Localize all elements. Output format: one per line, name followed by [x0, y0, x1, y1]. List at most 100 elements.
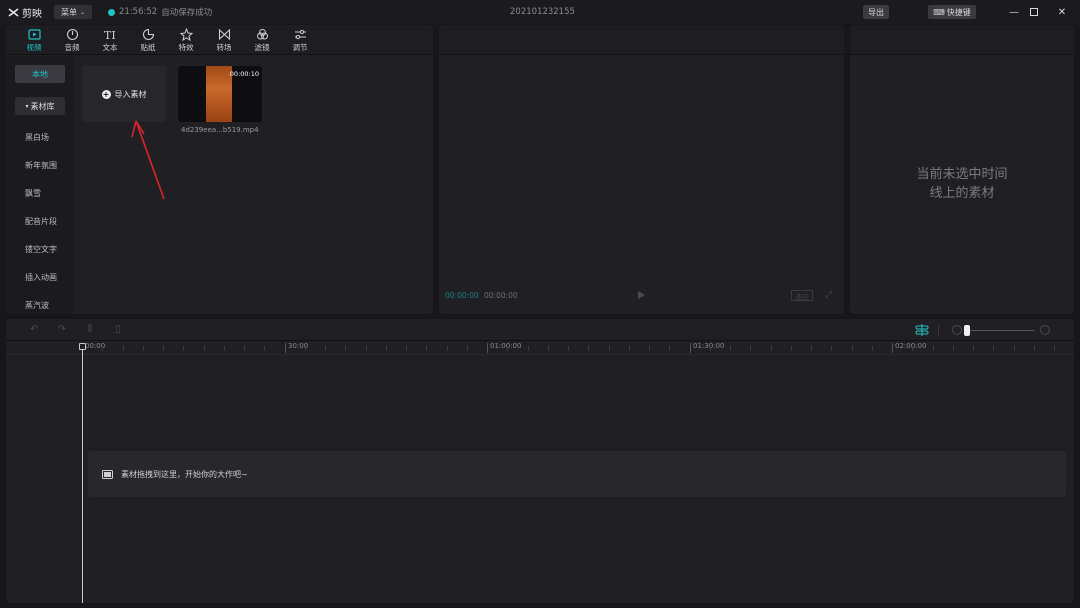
sidebar-item-snow[interactable]: 飘雪 [25, 188, 41, 199]
timeline-ruler[interactable]: 00:00 30:00 01:00:00 01:30:00 02:00:00 [6, 341, 1074, 355]
ruler-tick [1033, 346, 1035, 351]
autosave-status: 21:56:52 自动保存成功 [108, 6, 212, 18]
video-icon [27, 28, 41, 40]
red-arrow-annotation-icon [131, 120, 165, 200]
filter-icon [256, 28, 268, 39]
save-status-dot-icon [108, 8, 115, 16]
import-label: 导入素材 [114, 89, 147, 99]
sidebar-item-dubbing[interactable]: 配音片段 [25, 216, 57, 227]
export-button[interactable]: 导出 [863, 5, 889, 19]
menu-button[interactable]: 菜单 ⌄ [54, 5, 92, 19]
text-icon: TI [104, 29, 116, 41]
tab-video[interactable]: 视频 [15, 25, 53, 55]
import-media-button[interactable]: + 导入素材 [82, 66, 166, 122]
sidebar-item-hollow-text[interactable]: 镂空文字 [25, 244, 57, 255]
split-icon[interactable]: ⦀ [84, 324, 96, 336]
redo-icon[interactable]: ↷ [56, 324, 68, 336]
aspect-ratio-button[interactable]: 适应 [791, 290, 813, 301]
tab-adjust-label: 调节 [292, 42, 308, 52]
ruler-label: 02:00:00 [895, 342, 927, 350]
minimize-icon[interactable]: — [1006, 4, 1022, 20]
maximize-icon[interactable] [1026, 4, 1042, 20]
properties-empty-message: 当前未选中时间 线上的素材 [850, 165, 1074, 203]
chevron-down-icon: ⌄ [79, 8, 86, 16]
menu-label: 菜单 [60, 7, 77, 17]
timeline-toolbar: ↶ ↷ ⦀ ▯ [6, 319, 1074, 341]
ruler-tick [1054, 346, 1055, 351]
ruler-tick [831, 346, 833, 351]
link-icon[interactable] [915, 324, 929, 336]
ruler-tick [973, 346, 974, 351]
timeline-drop-zone[interactable]: 素材拖拽到这里，开始你的大作吧~ [88, 451, 1066, 497]
sidebar-item-black-white[interactable]: 黑白场 [25, 132, 49, 143]
ruler-tick [811, 346, 812, 351]
ruler-tick [608, 346, 610, 351]
close-icon[interactable]: ✕ [1054, 4, 1070, 20]
media-sidebar: 本地 ▾ 素材库 黑白场 新年氛围 飘雪 配音片段 镂空文字 插入动画 蒸汽波 [6, 56, 74, 314]
empty-message-line1: 当前未选中时间 [916, 167, 1008, 182]
sidebar-item-local[interactable]: 本地 [15, 65, 65, 83]
effects-icon [179, 27, 193, 41]
ruler-tick [385, 346, 387, 351]
ruler-tick [304, 346, 306, 351]
player-controls: 00:00:00 00:00:00 适应 ⤢ [445, 289, 838, 303]
player-total-time: 00:00:00 [484, 291, 518, 300]
ruler-tick [993, 346, 995, 351]
ruler-tick [952, 346, 954, 351]
ruler-tick [223, 346, 225, 351]
sidebar-item-library[interactable]: ▾ 素材库 [15, 97, 65, 115]
tab-sticker[interactable]: 贴纸 [129, 25, 167, 55]
tab-transition-label: 转场 [216, 42, 232, 52]
keyboard-icon: ⌨ [933, 7, 945, 17]
ruler-tick [102, 346, 104, 351]
sidebar-item-vaporwave[interactable]: 蒸汽波 [25, 300, 49, 311]
project-title: 202101232155 [510, 7, 575, 17]
ruler-tick [871, 346, 873, 351]
ruler-tick [122, 346, 124, 351]
fullscreen-icon[interactable]: ⤢ [825, 290, 835, 300]
shortcut-button[interactable]: ⌨ 快捷键 [928, 5, 976, 19]
playhead-handle[interactable] [79, 343, 86, 350]
tab-filter-label: 滤镜 [254, 42, 270, 52]
tab-effects[interactable]: 特效 [167, 25, 205, 55]
tab-filter[interactable]: 滤镜 [243, 25, 281, 55]
ruler-tick [345, 346, 347, 351]
app-logo: 剪映 [8, 5, 42, 20]
transition-icon [218, 28, 230, 40]
zoom-slider-track[interactable] [968, 330, 1034, 331]
zoom-slider-thumb[interactable] [964, 325, 970, 336]
capcut-logo-icon [8, 8, 19, 17]
sidebar-item-insert-animation[interactable]: 插入动画 [25, 272, 57, 283]
ruler-label: 01:00:00 [490, 342, 522, 350]
tab-transition[interactable]: 转场 [205, 25, 243, 55]
play-icon[interactable] [638, 291, 645, 299]
tab-effects-label: 特效 [178, 42, 194, 52]
ruler-tick [325, 346, 326, 351]
ruler-tick [770, 346, 772, 351]
tab-text-label: 文本 [102, 42, 118, 52]
ruler-tick [547, 346, 549, 351]
ruler-tick [730, 346, 731, 351]
ruler-tick [507, 346, 509, 351]
tab-adjust[interactable]: 调节 [281, 25, 319, 55]
sidebar-item-new-year[interactable]: 新年氛围 [25, 160, 57, 171]
delete-icon[interactable]: ▯ [112, 324, 124, 336]
ruler-tick [527, 346, 529, 351]
media-panel: 视频 音频 TI 文本 贴纸 特效 转场 滤镜 调节 本地 ▾ 素材库 黑白场 … [6, 25, 433, 314]
film-icon [102, 469, 113, 479]
zoom-in-icon[interactable] [1040, 325, 1050, 335]
ruler-tick [568, 346, 569, 351]
save-status-text: 自动保存成功 [161, 8, 213, 18]
media-clip-thumbnail[interactable]: 00:00:10 [178, 66, 262, 122]
undo-icon[interactable]: ↶ [28, 324, 40, 336]
toolbar-divider [938, 325, 939, 335]
playhead-line[interactable] [82, 345, 83, 603]
ruler-tick [203, 346, 205, 351]
ruler-tick [588, 346, 590, 351]
ruler-tick [932, 346, 934, 351]
tab-audio[interactable]: 音频 [53, 25, 91, 55]
zoom-out-icon[interactable] [952, 325, 962, 335]
ruler-tick [689, 343, 691, 353]
shortcut-label: 快捷键 [946, 7, 971, 17]
tab-text[interactable]: TI 文本 [91, 25, 129, 55]
